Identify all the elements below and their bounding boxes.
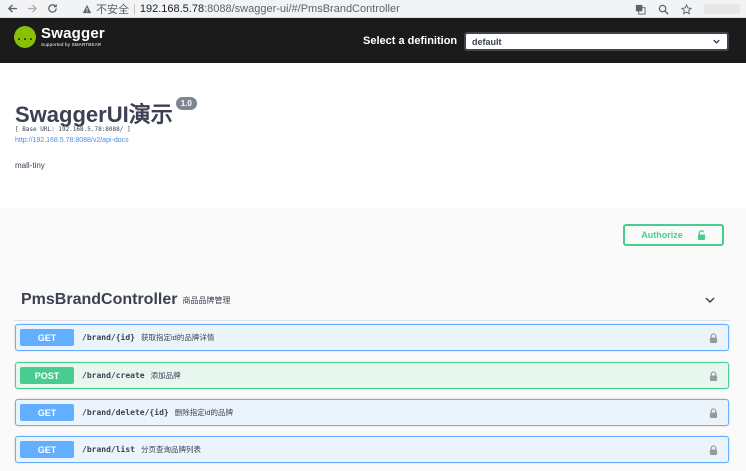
chevron-down-icon[interactable] bbox=[704, 294, 716, 306]
unlock-icon bbox=[697, 230, 705, 240]
logo-sub: Supported by SMARTBEAR bbox=[41, 42, 102, 48]
browser-right-icons bbox=[635, 0, 740, 18]
insecure-label: 不安全 bbox=[96, 4, 129, 16]
method-badge: GET bbox=[20, 441, 74, 458]
operation-row[interactable]: GET /brand/list 分页查询品牌列表 bbox=[15, 436, 729, 463]
api-docs-link[interactable]: http://192.168.5.78:8088/v2/api-docs bbox=[15, 137, 129, 144]
browser-toolbar: 不安全 | 192.168.5.78:8088/swagger-ui/#/Pms… bbox=[0, 0, 746, 18]
reload-icon[interactable] bbox=[44, 0, 60, 18]
zoom-icon[interactable] bbox=[658, 4, 669, 15]
logo-name: Swagger bbox=[41, 25, 105, 43]
operation-summary: 获取指定id的品牌详情 bbox=[140, 333, 215, 342]
operation-path: /brand/delete/{id} bbox=[82, 408, 169, 417]
api-description: mall-tiny bbox=[15, 161, 45, 170]
operation-path: /brand/create bbox=[82, 371, 145, 380]
star-icon[interactable] bbox=[681, 3, 692, 15]
title-row: SwaggerUI演示 1.0 bbox=[15, 97, 197, 129]
operation-row[interactable]: GET /brand/delete/{id} 删除指定id的品牌 bbox=[15, 399, 729, 426]
operation-summary: 分页查询品牌列表 bbox=[140, 445, 201, 454]
authorize-label: Authorize bbox=[641, 230, 683, 240]
back-arrow-icon[interactable] bbox=[4, 0, 20, 18]
auth-section: Authorize bbox=[0, 208, 746, 267]
swagger-topbar: {...} Swagger Supported by SMARTBEAR Sel… bbox=[0, 18, 746, 63]
address-bar[interactable]: 不安全 | 192.168.5.78:8088/swagger-ui/#/Pms… bbox=[82, 1, 400, 17]
lock-icon[interactable] bbox=[709, 408, 718, 418]
chevron-down-icon bbox=[713, 39, 720, 44]
lock-icon[interactable] bbox=[709, 371, 718, 381]
operation-path: /brand/list bbox=[82, 445, 135, 454]
method-badge: POST bbox=[20, 367, 74, 384]
lock-icon[interactable] bbox=[709, 445, 718, 455]
forward-arrow-icon[interactable] bbox=[24, 0, 40, 18]
authorize-button[interactable]: Authorize bbox=[623, 224, 724, 246]
url-text: 192.168.5.78:8088/swagger-ui/#/PmsBrandC… bbox=[140, 3, 400, 15]
tag-header[interactable]: PmsBrandController 商品品牌管理 bbox=[14, 279, 730, 321]
extension-icons[interactable] bbox=[704, 4, 740, 14]
swagger-logo-icon: {...} bbox=[10, 26, 40, 48]
definition-select-value: default bbox=[472, 36, 502, 47]
url-host: 192.168.5.78 bbox=[139, 3, 205, 15]
method-badge: GET bbox=[20, 404, 74, 421]
swagger-logo[interactable]: {...} Swagger Supported by SMARTBEAR bbox=[10, 26, 105, 48]
url-separator: | bbox=[133, 3, 136, 15]
method-badge: GET bbox=[20, 329, 74, 346]
tag-name: PmsBrandController bbox=[21, 290, 178, 308]
operation-summary: 添加品牌 bbox=[150, 371, 181, 380]
operation-summary: 删除指定id的品牌 bbox=[174, 408, 234, 417]
operation-row[interactable]: POST /brand/create 添加品牌 bbox=[15, 362, 729, 389]
tag-description: 商品品牌管理 bbox=[182, 296, 231, 305]
version-badge: 1.0 bbox=[175, 97, 197, 110]
translate-icon[interactable] bbox=[635, 4, 646, 15]
lock-icon[interactable] bbox=[709, 333, 718, 343]
warning-icon bbox=[82, 4, 92, 14]
operation-path: /brand/{id} bbox=[82, 333, 135, 342]
swagger-logo-text: Swagger Supported by SMARTBEAR bbox=[41, 26, 105, 48]
url-path: :8088/swagger-ui/#/PmsBrandController bbox=[204, 3, 400, 15]
definition-select[interactable]: default bbox=[464, 32, 729, 51]
select-definition-label: Select a definition bbox=[363, 35, 458, 47]
operation-row[interactable]: GET /brand/{id} 获取指定id的品牌详情 bbox=[15, 324, 729, 351]
page-title: SwaggerUI演示 bbox=[15, 102, 173, 127]
base-url: [ Base URL: 192.168.5.78:8088/ ] bbox=[15, 126, 131, 133]
